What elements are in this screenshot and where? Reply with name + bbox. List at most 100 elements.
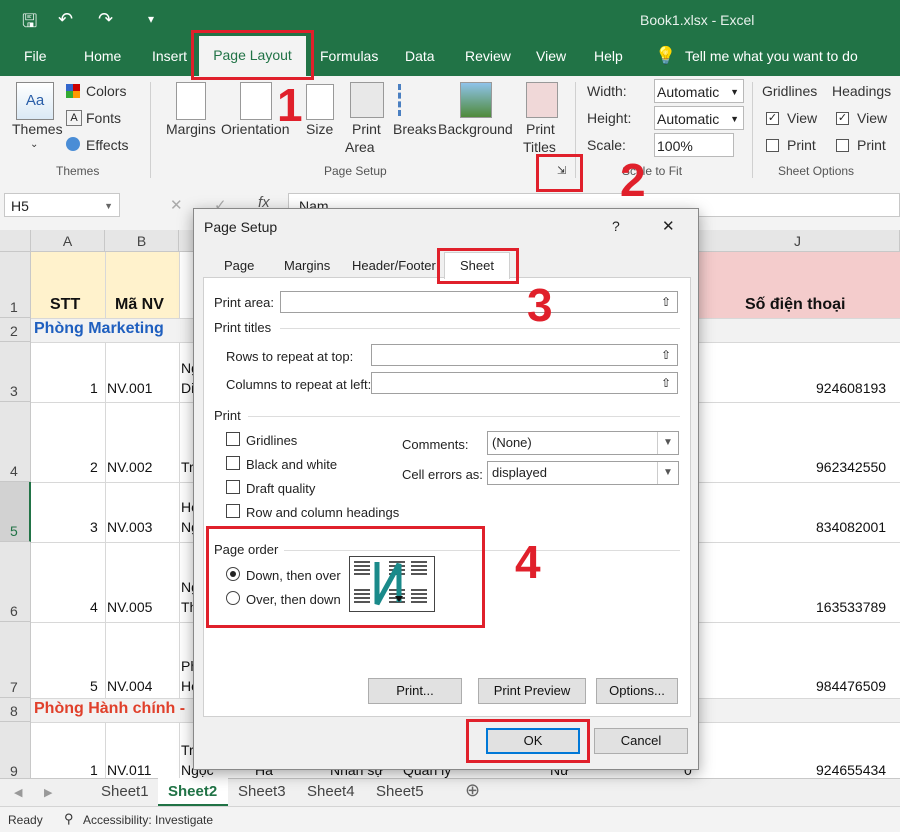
- row-header[interactable]: 7: [0, 622, 31, 698]
- cell-phone[interactable]: 834082001: [816, 519, 886, 535]
- cell-phone[interactable]: 163533789: [816, 599, 886, 615]
- print-area-button-line2[interactable]: Area: [345, 139, 375, 155]
- width-dropdown[interactable]: Automatic ▼: [654, 79, 744, 103]
- height-dropdown[interactable]: Automatic ▼: [654, 106, 744, 130]
- cell-stt[interactable]: 3: [90, 519, 98, 535]
- range-picker-icon[interactable]: ⇧: [657, 347, 675, 363]
- tab-formulas[interactable]: Formulas: [320, 48, 378, 64]
- fonts-button[interactable]: Fonts: [86, 110, 121, 126]
- scroll-left-icon[interactable]: ◀: [14, 786, 22, 799]
- help-icon[interactable]: ?: [612, 218, 620, 234]
- print-preview-button[interactable]: Print Preview: [478, 678, 586, 704]
- breaks-button[interactable]: Breaks: [393, 121, 437, 137]
- cell-stt[interactable]: 5: [90, 678, 98, 694]
- cell-stt[interactable]: 2: [90, 459, 98, 475]
- cell-phone[interactable]: 962342550: [816, 459, 886, 475]
- cell-ma-nv[interactable]: NV.005: [107, 599, 152, 615]
- headings-view-checkbox[interactable]: ✓: [836, 112, 849, 125]
- cancel-icon[interactable]: ✕: [170, 196, 183, 214]
- close-icon[interactable]: ✕: [662, 217, 675, 235]
- column-header-j[interactable]: J: [696, 230, 900, 252]
- effects-button[interactable]: Effects: [86, 137, 129, 153]
- column-header-a[interactable]: A: [31, 230, 105, 252]
- cell-phone[interactable]: 984476509: [816, 678, 886, 694]
- row-header[interactable]: 9: [0, 722, 31, 778]
- sheet-tab-5[interactable]: Sheet5: [376, 783, 424, 800]
- tell-me-search[interactable]: Tell me what you want to do: [685, 48, 858, 64]
- customize-qat-icon[interactable]: ▾: [148, 12, 154, 26]
- gridlines-view-checkbox[interactable]: ✓: [766, 112, 779, 125]
- print-titles-button-line2[interactable]: Titles: [523, 139, 556, 155]
- themes-icon[interactable]: Aa: [16, 82, 54, 120]
- rows-repeat-input[interactable]: ⇧: [371, 344, 678, 366]
- row-header-selected[interactable]: 5: [0, 482, 31, 542]
- column-header-b[interactable]: B: [105, 230, 179, 252]
- tab-review[interactable]: Review: [465, 48, 511, 64]
- gridlines-print-checkbox[interactable]: [766, 139, 779, 152]
- print-area-input[interactable]: ⇧: [280, 291, 678, 313]
- redo-icon[interactable]: ↷: [98, 9, 113, 30]
- cell-stt[interactable]: 1: [90, 762, 98, 778]
- header-ma-nv[interactable]: Mã NV: [115, 296, 164, 314]
- accessibility-status[interactable]: Accessibility: Investigate: [83, 813, 213, 827]
- cell-errors-select[interactable]: displayed ▼: [487, 461, 679, 485]
- tab-page[interactable]: Page: [224, 258, 254, 273]
- row-header[interactable]: 1: [0, 252, 31, 318]
- row-header[interactable]: 3: [0, 342, 31, 402]
- headings-print-checkbox[interactable]: [836, 139, 849, 152]
- section-hanh-chinh[interactable]: Phòng Hành chính -: [34, 700, 185, 718]
- cell-ma-nv[interactable]: NV.002: [107, 459, 152, 475]
- sheet-tab-3[interactable]: Sheet3: [238, 783, 286, 800]
- tab-home[interactable]: Home: [84, 48, 121, 64]
- cell-ma-nv[interactable]: NV.003: [107, 519, 152, 535]
- cell-stt[interactable]: 4: [90, 599, 98, 615]
- margins-button[interactable]: Margins: [166, 121, 216, 137]
- print-titles-button[interactable]: Print: [526, 121, 555, 137]
- save-icon[interactable]: 🖫: [22, 9, 37, 39]
- black-white-checkbox[interactable]: [226, 456, 240, 470]
- scale-spinner[interactable]: 100%: [654, 133, 734, 157]
- tab-insert[interactable]: Insert: [152, 48, 187, 64]
- tab-file[interactable]: File: [24, 48, 47, 64]
- undo-icon[interactable]: ↶: [58, 9, 73, 30]
- scroll-right-icon[interactable]: ▶: [44, 786, 52, 799]
- cell-phone[interactable]: 924608193: [816, 380, 886, 396]
- cell-ma-nv[interactable]: NV.004: [107, 678, 152, 694]
- tab-header-footer[interactable]: Header/Footer: [352, 258, 436, 273]
- tab-sheet[interactable]: Sheet: [460, 258, 494, 273]
- print-button[interactable]: Print...: [368, 678, 462, 704]
- cell-ma-nv[interactable]: NV.011: [107, 762, 151, 778]
- row-header[interactable]: 8: [0, 698, 31, 722]
- cancel-button[interactable]: Cancel: [594, 728, 688, 754]
- cell-name[interactable]: Tr: [181, 742, 194, 758]
- themes-button[interactable]: Themes: [12, 121, 63, 137]
- header-phone[interactable]: Số điện thoại: [745, 296, 845, 314]
- tab-help[interactable]: Help: [594, 48, 623, 64]
- background-button[interactable]: Background: [438, 121, 513, 137]
- cell-ma-nv[interactable]: NV.001: [107, 380, 152, 396]
- row-header[interactable]: 2: [0, 318, 31, 342]
- row-header[interactable]: 4: [0, 402, 31, 482]
- cell-name[interactable]: Tr: [181, 459, 194, 475]
- sheet-tab-2[interactable]: Sheet2: [168, 783, 217, 800]
- print-area-button[interactable]: Print: [352, 121, 381, 137]
- colors-button[interactable]: Colors: [86, 83, 126, 99]
- sheet-tab-4[interactable]: Sheet4: [307, 783, 355, 800]
- range-picker-icon[interactable]: ⇧: [657, 375, 675, 391]
- add-sheet-icon[interactable]: ⊕: [465, 780, 480, 801]
- row-col-headings-checkbox[interactable]: [226, 504, 240, 518]
- cell-stt[interactable]: 1: [90, 380, 98, 396]
- sheet-tab-1[interactable]: Sheet1: [101, 783, 149, 800]
- cell-phone[interactable]: 924655434: [816, 762, 886, 778]
- comments-select[interactable]: (None) ▼: [487, 431, 679, 455]
- tab-view[interactable]: View: [536, 48, 566, 64]
- range-picker-icon[interactable]: ⇧: [657, 294, 675, 310]
- size-button[interactable]: Size: [306, 121, 333, 137]
- cols-repeat-input[interactable]: ⇧: [371, 372, 678, 394]
- tab-margins[interactable]: Margins: [284, 258, 330, 273]
- tab-data[interactable]: Data: [405, 48, 435, 64]
- options-button[interactable]: Options...: [596, 678, 678, 704]
- gridlines-checkbox[interactable]: [226, 432, 240, 446]
- draft-quality-checkbox[interactable]: [226, 480, 240, 494]
- row-header[interactable]: 6: [0, 542, 31, 622]
